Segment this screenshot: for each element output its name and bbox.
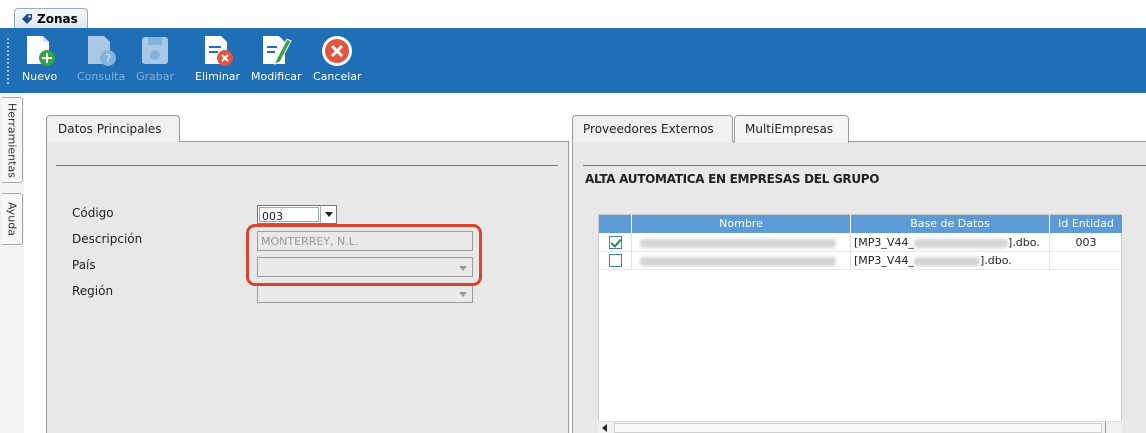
toolbar: Nuevo ? Consulta Grabar Eliminar Modific…: [0, 30, 1146, 93]
grid-horizontal-scrollbar[interactable]: [598, 421, 1122, 433]
tab-zonas[interactable]: Zonas: [14, 8, 88, 29]
codigo-dropdown-button[interactable]: [320, 206, 336, 223]
table-row-id-entidad: [1050, 252, 1122, 270]
eliminar-button[interactable]: Eliminar: [195, 34, 240, 83]
pais-label: País: [72, 258, 96, 272]
grid-select-column-header: [599, 215, 632, 233]
grabar-label: Grabar: [136, 70, 175, 83]
left-panel-divider: [56, 165, 558, 166]
db-suffix: ].dbo.: [1007, 236, 1040, 249]
nuevo-label: Nuevo: [22, 70, 58, 83]
scroll-left-arrow-icon[interactable]: [602, 424, 607, 432]
codigo-label: Código: [72, 206, 114, 220]
modificar-label: Modificar: [251, 70, 302, 83]
db-prefix: [MP3_V44_: [854, 254, 914, 267]
side-tabs: Herramientas Ayuda: [0, 93, 24, 433]
redacted-db-name: [913, 238, 1008, 248]
right-panel-divider: [583, 165, 1146, 166]
table-row-checkbox-cell[interactable]: [599, 252, 632, 270]
side-tab-ayuda[interactable]: Ayuda: [2, 193, 23, 245]
region-select[interactable]: [257, 283, 473, 303]
empresas-grid: Nombre Base de Datos Id Entidad [MP3_V44…: [598, 214, 1122, 433]
table-row-nombre: [632, 234, 851, 252]
cancelar-label: Cancelar: [313, 70, 362, 83]
side-tab-ayuda-label: Ayuda: [5, 202, 19, 236]
scrollbar-divider: [1105, 421, 1106, 433]
table-row-nombre: [632, 252, 851, 270]
codigo-value[interactable]: 003: [259, 207, 319, 223]
codigo-combobox[interactable]: 003: [257, 205, 337, 224]
side-tab-herramientas[interactable]: Herramientas: [2, 97, 23, 183]
consulta-label: Consulta: [77, 70, 126, 83]
table-row-base-de-datos: [MP3_V44_ ].dbo.: [851, 234, 1050, 252]
cancelar-button[interactable]: Cancelar: [313, 34, 362, 83]
cancel-circle-icon: [322, 36, 353, 66]
delete-document-icon: [204, 36, 233, 66]
row-1-checkbox[interactable]: [609, 236, 622, 249]
redacted-db-name: [913, 256, 980, 266]
consulta-button[interactable]: ? Consulta: [77, 34, 125, 83]
edit-document-icon: [263, 36, 292, 65]
chevron-down-icon: [324, 212, 333, 217]
descripcion-label: Descripción: [72, 232, 143, 246]
chevron-down-icon: [459, 292, 467, 297]
document-tab-strip: Zonas: [0, 0, 1146, 30]
eliminar-label: Eliminar: [195, 70, 241, 83]
toolbar-grip[interactable]: [7, 38, 9, 84]
grabar-button[interactable]: Grabar: [136, 34, 174, 83]
table-row-checkbox-cell[interactable]: [599, 234, 632, 252]
table-row-base-de-datos: [MP3_V44_ ].dbo.: [851, 252, 1050, 270]
db-prefix: [MP3_V44_: [854, 236, 914, 249]
redacted-name: [640, 256, 836, 266]
tab-proveedores-externos[interactable]: Proveedores Externos: [572, 115, 733, 142]
tab-multiempresas[interactable]: MultiEmpresas: [734, 115, 849, 143]
query-document-icon: ?: [88, 36, 117, 66]
svg-text:?: ?: [105, 52, 111, 65]
tab-datos-principales[interactable]: Datos Principales: [46, 115, 180, 142]
zone-tag-icon: [22, 14, 32, 24]
region-label: Región: [72, 284, 114, 298]
tab-zonas-label: Zonas: [37, 12, 78, 26]
redacted-name: [640, 238, 836, 248]
multiempresas-heading: ALTA AUTOMATICA EN EMPRESAS DEL GRUPO: [585, 172, 880, 186]
annotation-highlight: [246, 224, 482, 286]
row-2-checkbox[interactable]: [609, 254, 622, 267]
db-suffix: ].dbo.: [979, 254, 1012, 267]
new-document-icon: [26, 36, 55, 66]
grid-header-base-de-datos[interactable]: Base de Datos: [851, 215, 1050, 233]
grid-header-nombre[interactable]: Nombre: [632, 215, 851, 233]
modificar-button[interactable]: Modificar: [251, 34, 302, 83]
nuevo-button[interactable]: Nuevo: [22, 34, 57, 83]
scrollbar-thumb[interactable]: [614, 423, 1102, 433]
table-row-id-entidad: 003: [1050, 234, 1122, 252]
save-disk-icon: [142, 37, 169, 64]
grid-header-id-entidad[interactable]: Id Entidad: [1050, 215, 1122, 233]
side-tab-herramientas-label: Herramientas: [5, 102, 19, 178]
